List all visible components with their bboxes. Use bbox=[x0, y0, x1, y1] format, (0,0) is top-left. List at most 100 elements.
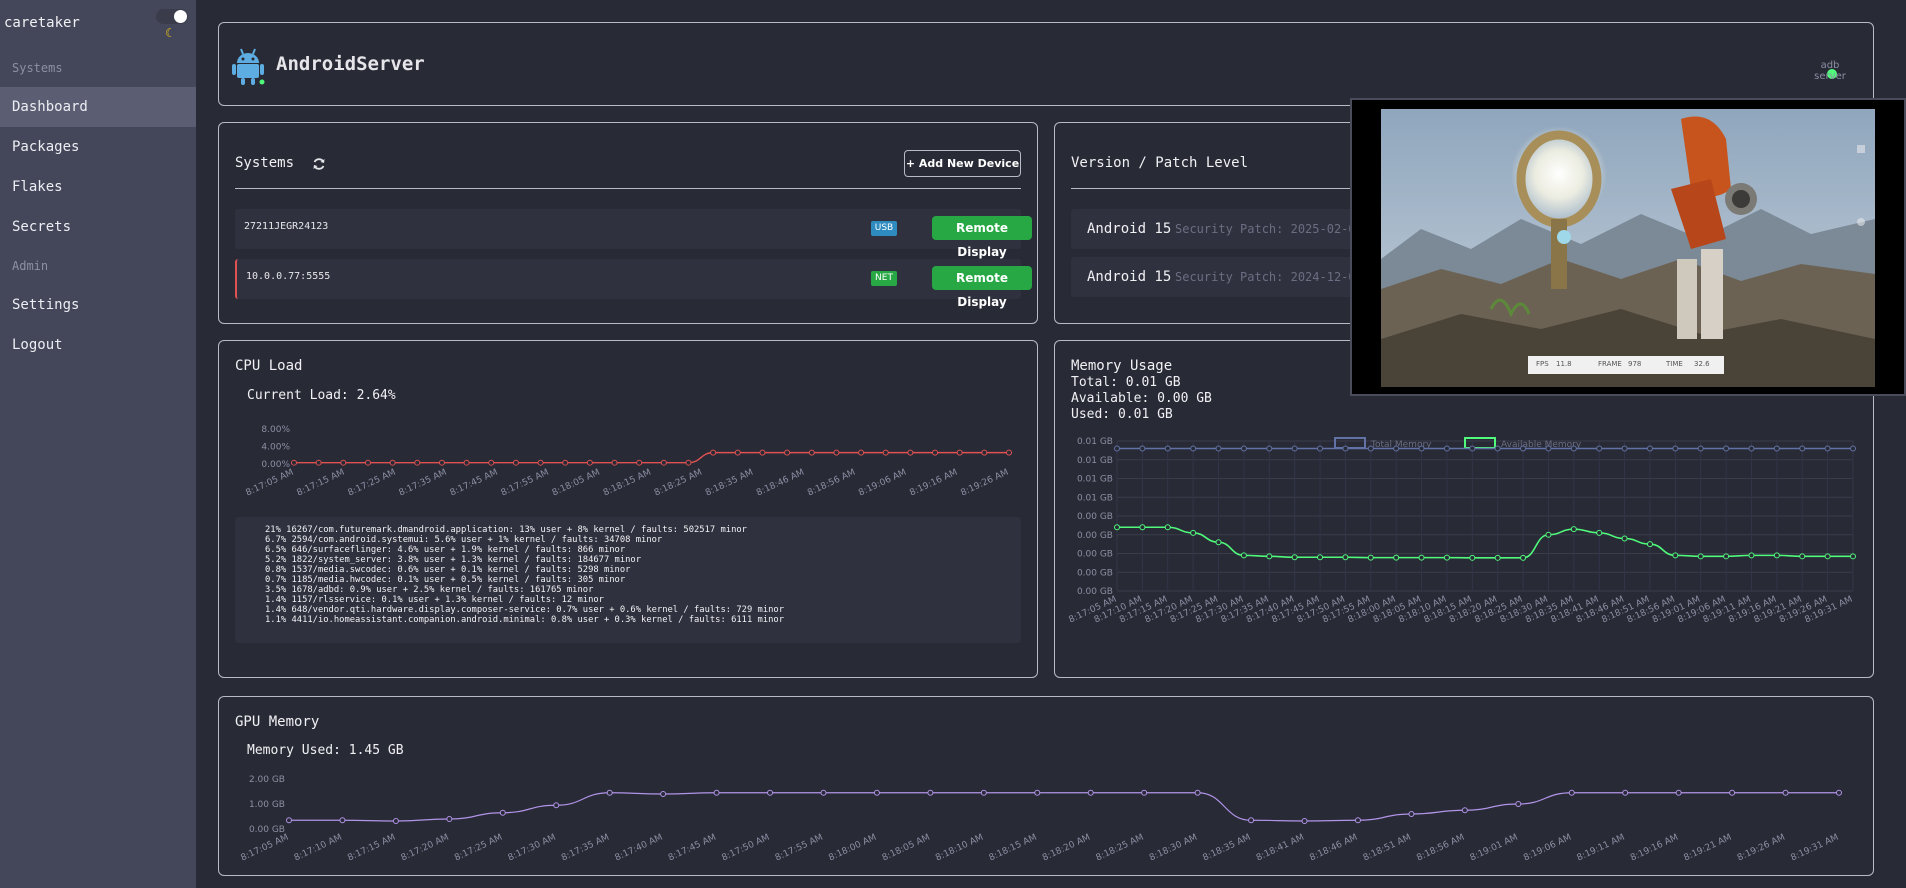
data-point bbox=[606, 789, 613, 796]
data-point bbox=[808, 449, 815, 456]
x-tick-label: 8:17:40 AM bbox=[614, 833, 665, 864]
header-card: AndroidServer bbox=[218, 22, 1874, 106]
data-point bbox=[1494, 554, 1501, 561]
data-point bbox=[1568, 789, 1575, 796]
data-point bbox=[873, 789, 880, 796]
y-tick-label: 0.01 GB bbox=[1077, 437, 1113, 447]
data-point bbox=[1520, 554, 1527, 561]
data-point bbox=[1494, 445, 1501, 452]
remote-display-button[interactable]: Remote Display bbox=[932, 266, 1032, 309]
cpu-title: CPU Load bbox=[235, 358, 303, 374]
data-point bbox=[1215, 445, 1222, 452]
net-badge: NET bbox=[871, 271, 897, 286]
x-tick-label: 8:18:15 AM bbox=[988, 833, 1039, 864]
data-point bbox=[512, 459, 519, 466]
brand-name[interactable]: caretaker bbox=[4, 15, 80, 31]
add-device-button[interactable]: + Add New Device bbox=[904, 150, 1021, 177]
data-point bbox=[1139, 524, 1146, 531]
data-point bbox=[438, 459, 445, 466]
data-point bbox=[833, 449, 840, 456]
data-point bbox=[1672, 552, 1679, 559]
process-line: 6.5% 646/surfaceflinger: 4.6% user + 1.9… bbox=[265, 545, 626, 555]
x-tick-label: 8:17:05 AM bbox=[239, 833, 290, 864]
data-point bbox=[1034, 789, 1041, 796]
data-point bbox=[1596, 529, 1603, 536]
data-point bbox=[1266, 553, 1273, 560]
process-line: 0.8% 1537/media.swcodec: 0.6% user + 0.1… bbox=[265, 565, 631, 575]
nav-item-packages[interactable]: Packages bbox=[0, 127, 196, 167]
nav-item-logout[interactable]: Logout bbox=[0, 325, 196, 365]
data-point bbox=[710, 449, 717, 456]
data-point bbox=[1443, 554, 1450, 561]
security-patch: Security Patch: 2025-02-0 bbox=[1175, 222, 1356, 236]
data-point bbox=[1697, 445, 1704, 452]
gpu-card: GPU Memory Memory Used: 1.45 GB 2.00 GB 1… bbox=[218, 696, 1874, 876]
x-tick-label: 8:19:06 AM bbox=[857, 468, 908, 499]
process-line: 21% 16267/com.futuremark.dmandroid.appli… bbox=[265, 525, 747, 535]
data-point bbox=[1773, 445, 1780, 452]
page-title: AndroidServer bbox=[276, 53, 425, 75]
y-tick-label: 0.01 GB bbox=[1077, 475, 1113, 485]
x-tick-label: 8:19:26 AM bbox=[959, 468, 1010, 499]
x-tick-label: 8:17:20 AM bbox=[400, 833, 451, 864]
x-tick-label: 8:18:15 AM bbox=[602, 468, 653, 499]
device-row[interactable]: 10.0.0.77:5555 NET Remote Display bbox=[235, 259, 1032, 309]
remote-display-window[interactable]: FPS 11.8 FRAME 978 TIME 32.6 bbox=[1350, 98, 1906, 396]
adb-status-label: adb server bbox=[1805, 60, 1855, 82]
overlay-handle[interactable] bbox=[1857, 145, 1865, 153]
data-point bbox=[1773, 552, 1780, 559]
x-tick-label: 8:17:25 AM bbox=[453, 833, 504, 864]
y-tick-label: 4.00% bbox=[261, 443, 290, 453]
data-point bbox=[820, 789, 827, 796]
data-point bbox=[1621, 445, 1628, 452]
data-point bbox=[1515, 801, 1522, 807]
data-point bbox=[1367, 554, 1374, 561]
data-point bbox=[1164, 524, 1171, 531]
data-point bbox=[1570, 526, 1577, 533]
data-point bbox=[685, 459, 692, 466]
x-tick-label: 8:17:15 AM bbox=[346, 833, 397, 864]
data-point bbox=[660, 791, 667, 797]
data-point bbox=[446, 816, 453, 822]
data-point bbox=[1301, 818, 1308, 824]
data-point bbox=[1545, 531, 1552, 538]
y-tick-label: 0.00 GB bbox=[1077, 550, 1113, 560]
process-line: 1.4% 1157/rlsservice: 0.1% user + 1.3% k… bbox=[265, 595, 604, 605]
nav-item-secrets[interactable]: Secrets bbox=[0, 207, 196, 247]
data-point bbox=[1748, 552, 1755, 559]
cpu-current-load: Current Load: 2.64% bbox=[247, 388, 396, 403]
data-point bbox=[713, 789, 720, 796]
data-point bbox=[1190, 445, 1197, 452]
refresh-icon[interactable] bbox=[312, 157, 326, 171]
data-point bbox=[339, 817, 346, 824]
data-point bbox=[1729, 789, 1736, 796]
overlay-dot[interactable] bbox=[1857, 218, 1865, 226]
data-point bbox=[759, 449, 766, 456]
device-row[interactable]: 27211JEGR24123 USB Remote Display bbox=[235, 209, 1032, 259]
memory-title: Memory Usage bbox=[1071, 358, 1173, 374]
x-tick-label: 8:18:30 AM bbox=[1148, 833, 1199, 864]
nav-item-flakes[interactable]: Flakes bbox=[0, 167, 196, 207]
android-version: Android 15 bbox=[1087, 221, 1172, 237]
process-line: 1.1% 4411/io.homeassistant.companion.and… bbox=[265, 615, 785, 625]
data-point bbox=[1443, 445, 1450, 452]
usb-badge: USB bbox=[871, 221, 897, 236]
x-tick-label: 8:17:25 AM bbox=[347, 468, 398, 499]
data-point bbox=[636, 459, 643, 466]
theme-toggle[interactable] bbox=[156, 9, 188, 24]
data-point bbox=[1317, 554, 1324, 561]
nav-item-dashboard[interactable]: Dashboard bbox=[0, 87, 196, 127]
x-tick-label: 8:18:10 AM bbox=[934, 833, 985, 864]
remote-display-button[interactable]: Remote Display bbox=[932, 216, 1032, 259]
nav-item-settings[interactable]: Settings bbox=[0, 285, 196, 325]
memory-used: Used: 0.01 GB bbox=[1071, 407, 1173, 422]
y-tick-label: 0.01 GB bbox=[1077, 493, 1113, 503]
x-tick-label: 8:17:45 AM bbox=[667, 833, 718, 864]
data-point bbox=[1087, 789, 1094, 796]
data-point bbox=[1697, 553, 1704, 560]
x-tick-label: 8:18:25 AM bbox=[1095, 833, 1146, 864]
process-line: 1.4% 648/vendor.qti.hardware.display.com… bbox=[265, 605, 785, 615]
memory-chart: 0.01 GB 0.01 GB 0.01 GB 0.01 GB 0.00 GB 0.00 … bbox=[1067, 437, 1856, 625]
x-tick-label: 8:19:26 AM bbox=[1736, 833, 1787, 864]
x-tick-label: 8:18:05 AM bbox=[551, 468, 602, 499]
